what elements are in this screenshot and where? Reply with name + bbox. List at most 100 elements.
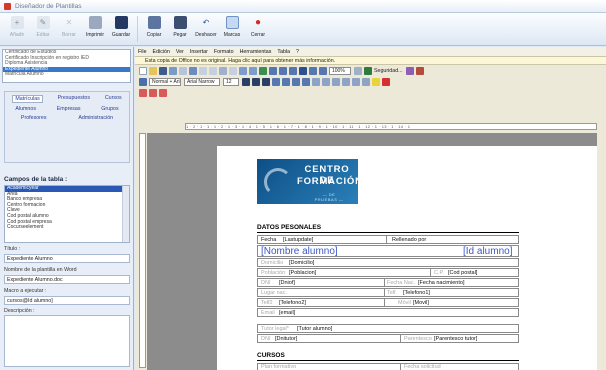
tab-alumnos[interactable]: Alumnos: [15, 106, 36, 112]
preview-icon[interactable]: [179, 66, 187, 75]
security-label[interactable]: Seguridad...: [374, 68, 403, 74]
excel-icon[interactable]: [279, 66, 287, 75]
title-input[interactable]: Expediente Alumno: [4, 254, 130, 263]
undo-button[interactable]: ↶ Deshacer: [195, 16, 217, 45]
filename-input[interactable]: Expediente Alumno.doc: [4, 275, 130, 284]
document-page[interactable]: CENTRO DE FORMACIÓN — DE PRUEBAS — DATOS…: [217, 146, 597, 370]
open-icon[interactable]: [149, 66, 157, 75]
cut-icon[interactable]: [199, 66, 207, 75]
paste-doc-icon[interactable]: [219, 66, 227, 75]
template-list[interactable]: Certificado de Estudios Certificado Insc…: [2, 49, 131, 83]
numbering-icon[interactable]: [322, 77, 330, 86]
menu-formato[interactable]: Formato: [214, 49, 234, 55]
horizontal-ruler[interactable]: 1 · 2 · 1 · 1 · 1 · 2 · 1 · 3 · 1 · 4 · …: [185, 123, 597, 130]
fields-heading: Campos de la tabla :: [4, 176, 68, 183]
format-toolbar: Normal + Arial 9 Arial Narrow 12: [135, 76, 606, 87]
italic-icon[interactable]: [252, 77, 260, 86]
macro-icon[interactable]: [405, 66, 414, 75]
bullets-icon[interactable]: [332, 77, 340, 86]
add-button[interactable]: + Añadir: [6, 16, 28, 45]
save-doc-icon[interactable]: [159, 66, 167, 75]
border-icon[interactable]: [362, 77, 370, 86]
hyperlink-icon[interactable]: [259, 66, 267, 75]
underline-icon[interactable]: [262, 77, 270, 86]
tab-empresas[interactable]: Empresas: [57, 106, 81, 112]
tab-presupuestos[interactable]: Presupuestos: [58, 95, 90, 103]
columns-icon[interactable]: [289, 66, 297, 75]
review-icon[interactable]: [159, 88, 167, 97]
macro-input[interactable]: cursos@Id alumno]: [4, 296, 130, 305]
tab-cursos[interactable]: Cursos: [105, 95, 122, 103]
menu-edicion[interactable]: Edición: [153, 49, 170, 55]
fields-list[interactable]: Academicyear Area Banco empresa Centro f…: [4, 185, 130, 243]
word-editor: File Edición Ver Insertar Formato Herram…: [135, 47, 606, 370]
outdent-icon[interactable]: [342, 77, 350, 86]
category-tabs: Matrículas Presupuestos Cursos Alumnos E…: [4, 91, 130, 163]
save-button[interactable]: Guardar: [110, 16, 132, 45]
line-spacing-icon[interactable]: [312, 77, 320, 86]
styles-icon[interactable]: [139, 77, 147, 86]
track-changes-icon[interactable]: [139, 88, 147, 97]
menu-insertar[interactable]: Insertar: [190, 49, 208, 55]
tab-matriculas[interactable]: Matrículas: [12, 95, 43, 103]
undo-doc-icon[interactable]: [239, 66, 247, 75]
show-hide-icon[interactable]: [319, 66, 327, 75]
highlight-icon[interactable]: [372, 77, 380, 86]
close-button[interactable]: ● Cerrar: [247, 16, 269, 45]
edit-button[interactable]: ✎ Editar: [32, 16, 54, 45]
description-textarea[interactable]: [4, 315, 130, 367]
justify-icon[interactable]: [302, 77, 310, 86]
align-center-icon[interactable]: [282, 77, 290, 86]
indent-icon[interactable]: [352, 77, 360, 86]
template-item[interactable]: Matrícula Alumno: [3, 72, 130, 78]
bold-icon[interactable]: [242, 77, 250, 86]
vertical-ruler[interactable]: [139, 133, 146, 368]
comment-icon[interactable]: [149, 88, 157, 97]
format-painter-icon[interactable]: [229, 66, 237, 75]
menu-tabla[interactable]: Tabla: [277, 49, 290, 55]
new-doc-icon[interactable]: [139, 66, 147, 75]
zoom-combo[interactable]: 100%: [329, 66, 351, 75]
print-button[interactable]: Imprimir: [84, 16, 106, 45]
security-icon[interactable]: [364, 66, 372, 75]
marks-button[interactable]: Marcas: [221, 16, 243, 45]
controls-icon[interactable]: [415, 66, 424, 75]
table-icon[interactable]: [269, 66, 277, 75]
row-domicilio: Domicilio [Domicilio]: [257, 258, 519, 267]
field-item[interactable]: Cocurseelement: [5, 225, 129, 231]
menu-ver[interactable]: Ver: [176, 49, 184, 55]
font-color-icon[interactable]: [382, 77, 390, 86]
menu-help[interactable]: ?: [296, 49, 299, 55]
tab-grupos[interactable]: Grupos: [101, 106, 118, 112]
office-info-bar[interactable]: Esta copia de Office no es original. Hag…: [135, 56, 606, 65]
close-icon: ●: [254, 17, 262, 28]
spelling-icon[interactable]: [189, 66, 197, 75]
extra-toolbar: [135, 87, 606, 98]
copy-icon: [147, 16, 161, 29]
help-icon[interactable]: [354, 66, 362, 75]
ribbon-separator: [137, 16, 138, 42]
copy-doc-icon[interactable]: [209, 66, 217, 75]
redo-doc-icon[interactable]: [249, 66, 257, 75]
font-combo[interactable]: Arial Narrow: [184, 77, 220, 86]
editor-menubar: File Edición Ver Insertar Formato Herram…: [135, 47, 606, 56]
menu-file[interactable]: File: [138, 49, 147, 55]
align-left-icon[interactable]: [272, 77, 280, 86]
font-size-combo[interactable]: 12: [223, 77, 239, 86]
fields-scrollbar[interactable]: [122, 186, 129, 242]
drawing-icon[interactable]: [299, 66, 307, 75]
add-icon: +: [10, 16, 24, 29]
delete-button[interactable]: ✕ Borrar: [58, 16, 80, 45]
macro-label: Macro a ejecutar :: [4, 288, 47, 294]
align-right-icon[interactable]: [292, 77, 300, 86]
paste-button[interactable]: Pegar: [169, 16, 191, 45]
copy-button[interactable]: Copiar: [143, 16, 165, 45]
tab-profesores[interactable]: Profesores: [21, 115, 47, 121]
menu-herramientas[interactable]: Herramientas: [240, 49, 272, 55]
print-doc-icon[interactable]: [169, 66, 177, 75]
style-combo[interactable]: Normal + Arial 9: [149, 77, 181, 86]
row-dni: DNI [Dniof] Fecha Nac. [Fecha nacimiento…: [257, 278, 519, 287]
document-map-icon[interactable]: [309, 66, 317, 75]
tab-administracion[interactable]: Administración: [78, 115, 113, 121]
delete-icon: ✕: [65, 18, 73, 27]
